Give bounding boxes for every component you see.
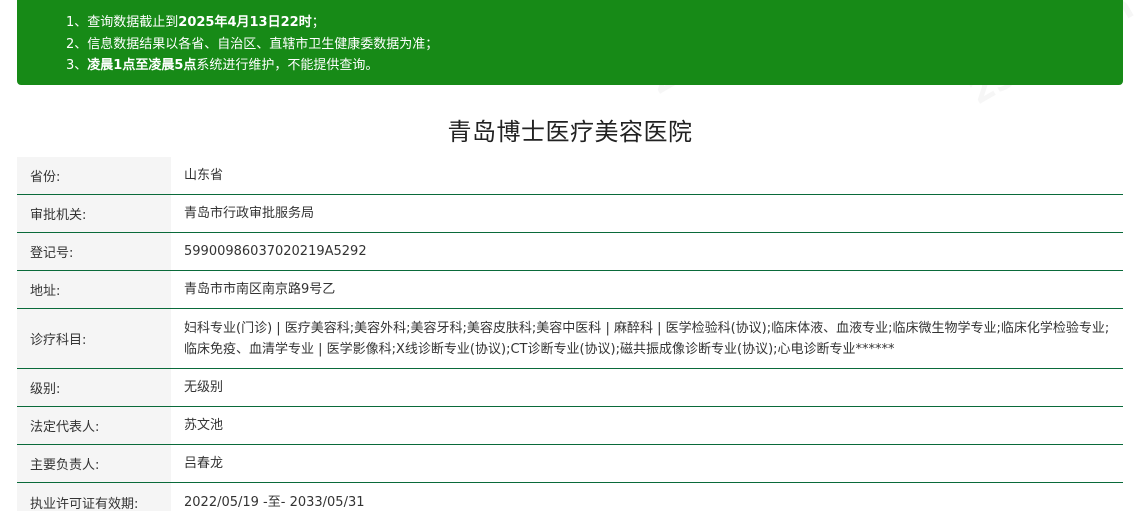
row-label: 地址: <box>17 271 171 308</box>
table-row-registration: 登记号: 59900986037020219A5292 <box>17 233 1123 271</box>
row-value: 苏文池 <box>184 418 224 433</box>
row-label: 诊疗科目: <box>17 309 171 368</box>
notice-line-3: 3、凌晨1点至凌晨5点系统进行维护，不能提供查询。 <box>66 58 379 73</box>
table-row-address: 地址: 青岛市市南区南京路9号乙 <box>17 271 1123 309</box>
table-row-principal: 主要负责人: 吕春龙 <box>17 445 1123 483</box>
table-row-license: 执业许可证有效期: 2022/05/19 -至- 2033/05/31 <box>17 483 1123 511</box>
page-title: 青岛博士医疗美容医院 <box>447 118 693 146</box>
row-label: 执业许可证有效期: <box>17 483 171 511</box>
table-row-level: 级别: 无级别 <box>17 369 1123 407</box>
row-value: 山东省 <box>184 168 224 183</box>
row-value: 吕春龙 <box>184 456 224 471</box>
row-value: 2022/05/19 -至- 2033/05/31 <box>184 494 365 510</box>
row-label: 法定代表人: <box>17 407 171 444</box>
table-row-authority: 审批机关: 青岛市行政审批服务局 <box>17 195 1123 233</box>
row-value: 青岛市行政审批服务局 <box>184 206 315 221</box>
page: 236z.com 236z.com 1、查询数据截止到2025年4月13日22时… <box>0 0 1140 511</box>
row-label: 级别: <box>17 369 171 406</box>
info-table: 省份: 山东省 审批机关: 青岛市行政审批服务局 登记号: 5990098603… <box>17 157 1123 511</box>
notice-line-1: 1、查询数据截止到2025年4月13日22时； <box>66 15 325 30</box>
table-row-legal-rep: 法定代表人: 苏文池 <box>17 407 1123 445</box>
table-row-departments: 诊疗科目: 妇科专业(门诊) | 医疗美容科;美容外科;美容牙科;美容皮肤科;美… <box>17 309 1123 369</box>
table-row-province: 省份: 山东省 <box>17 157 1123 195</box>
row-value: 无级别 <box>184 380 224 395</box>
row-label: 登记号: <box>17 233 171 270</box>
row-value: 妇科专业(门诊) | 医疗美容科;美容外科;美容牙科;美容皮肤科;美容中医科 |… <box>184 320 1110 357</box>
row-value: 59900986037020219A5292 <box>184 244 367 259</box>
row-label: 省份: <box>17 157 171 194</box>
row-value: 青岛市市南区南京路9号乙 <box>184 282 336 297</box>
row-label: 主要负责人: <box>17 445 171 482</box>
row-label: 审批机关: <box>17 195 171 232</box>
notice-banner: 1、查询数据截止到2025年4月13日22时； 2、信息数据结果以各省、自治区、… <box>17 0 1123 85</box>
notice-line-2: 2、信息数据结果以各省、自治区、直辖市卫生健康委数据为准； <box>66 36 439 52</box>
